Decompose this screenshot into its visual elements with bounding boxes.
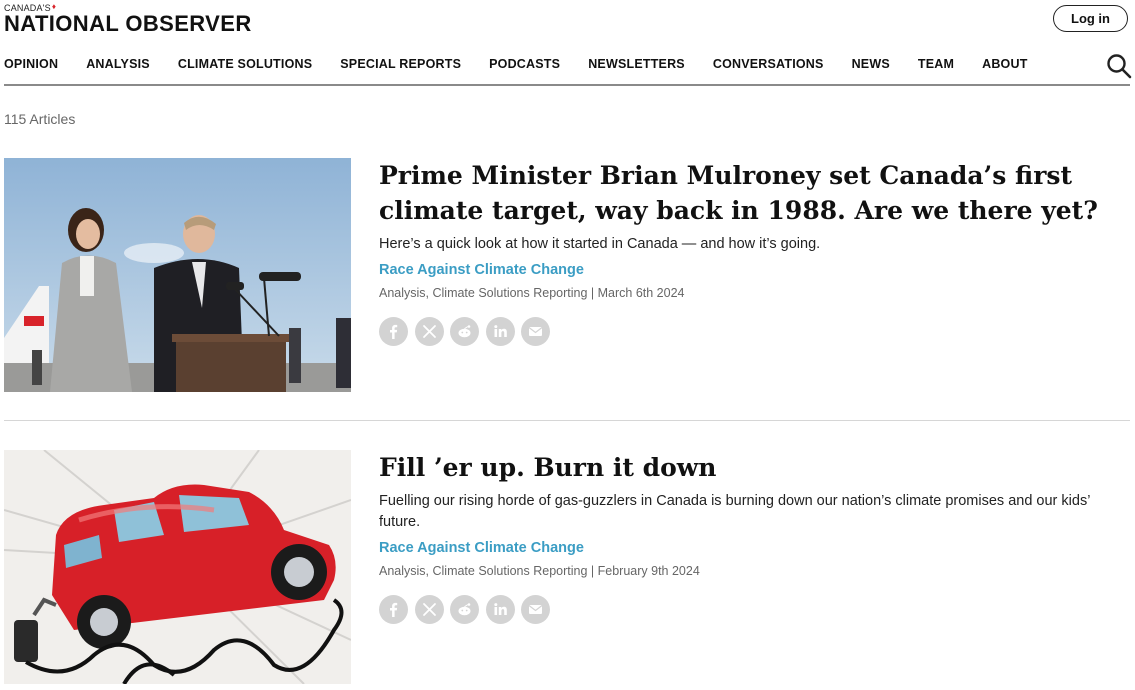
nav-item-news[interactable]: NEWS xyxy=(852,57,890,73)
reddit-icon[interactable] xyxy=(450,595,479,624)
site-logo[interactable]: CANADA'S ♦ NATIONAL OBSERVER xyxy=(4,3,252,35)
article-divider xyxy=(4,420,1130,421)
linkedin-icon[interactable] xyxy=(485,595,515,624)
article-count: 115 Articles xyxy=(4,111,76,127)
nav-divider xyxy=(4,84,1130,86)
login-button[interactable]: Log in xyxy=(1053,5,1128,32)
article-thumbnail[interactable] xyxy=(4,158,351,392)
article-summary: Fuelling our rising horde of gas-guzzler… xyxy=(379,493,1090,530)
logo-wordmark: NATIONAL OBSERVER xyxy=(4,11,252,36)
nav-item-analysis[interactable]: ANALYSIS xyxy=(86,57,150,73)
email-icon[interactable] xyxy=(521,595,550,624)
series-link[interactable]: Race Against Climate Change xyxy=(379,262,1119,278)
article-headline[interactable]: Fill ’er up. Burn it down xyxy=(379,450,1119,485)
main-nav: OPINION ANALYSIS CLIMATE SOLUTIONS SPECI… xyxy=(4,57,1056,73)
nav-item-team[interactable]: TEAM xyxy=(918,57,954,73)
nav-item-podcasts[interactable]: PODCASTS xyxy=(489,57,560,73)
series-link[interactable]: Race Against Climate Change xyxy=(379,540,1119,556)
article-thumbnail[interactable] xyxy=(4,450,351,684)
email-icon[interactable] xyxy=(521,317,550,346)
article-meta: Analysis, Climate Solutions Reporting | … xyxy=(379,286,685,300)
maple-leaf-icon: ♦ xyxy=(51,2,57,11)
x-icon[interactable] xyxy=(414,317,444,346)
share-buttons xyxy=(379,317,1119,346)
x-icon[interactable] xyxy=(414,595,444,624)
search-icon[interactable] xyxy=(1106,53,1132,79)
linkedin-icon[interactable] xyxy=(485,317,515,346)
nav-item-climate-solutions[interactable]: CLIMATE SOLUTIONS xyxy=(178,57,312,73)
nav-item-newsletters[interactable]: NEWSLETTERS xyxy=(588,57,685,73)
nav-item-opinion[interactable]: OPINION xyxy=(4,57,58,73)
reddit-icon[interactable] xyxy=(450,317,479,346)
nav-item-about[interactable]: ABOUT xyxy=(982,57,1027,73)
nav-item-conversations[interactable]: CONVERSATIONS xyxy=(713,57,824,73)
nav-item-special-reports[interactable]: SPECIAL REPORTS xyxy=(340,57,461,73)
share-buttons xyxy=(379,595,1119,624)
facebook-icon[interactable] xyxy=(379,595,408,624)
article-summary: Here’s a quick look at how it started in… xyxy=(379,236,821,252)
article-meta: Analysis, Climate Solutions Reporting | … xyxy=(379,564,700,578)
facebook-icon[interactable] xyxy=(379,317,408,346)
article-headline[interactable]: Prime Minister Brian Mulroney set Canada… xyxy=(379,158,1119,228)
